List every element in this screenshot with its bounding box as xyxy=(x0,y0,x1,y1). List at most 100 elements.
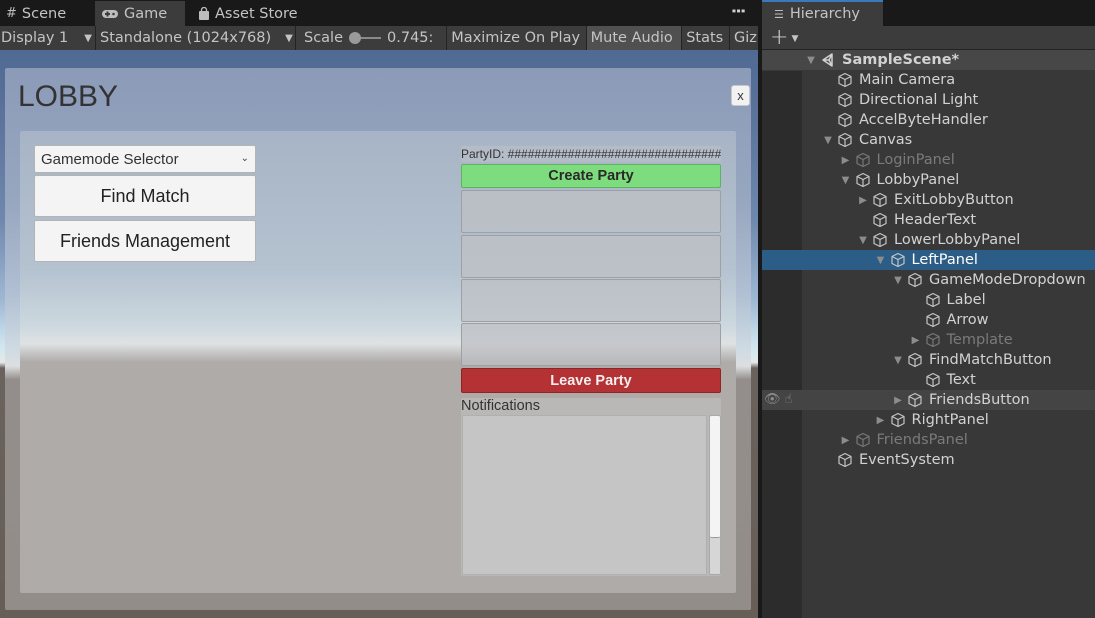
hierarchy-item-label: ExitLobbyButton xyxy=(894,192,1014,208)
hierarchy-item[interactable]: ▼ LobbyPanel xyxy=(762,170,1095,190)
hierarchy-item[interactable]: Text xyxy=(762,370,1095,390)
collapsed-arrow-icon[interactable]: ▶ xyxy=(857,195,869,206)
tab-scene[interactable]: # Scene xyxy=(0,1,92,26)
exit-lobby-button[interactable]: x xyxy=(731,85,750,106)
hierarchy-item[interactable]: ▼ GameModeDropdown xyxy=(762,270,1095,290)
gamemode-dropdown[interactable]: Gamemode Selector ⌄ xyxy=(34,145,256,173)
hierarchy-item[interactable]: ▶ FriendsButton 👁 ☝ xyxy=(762,390,1095,410)
hierarchy-item[interactable]: ▼ FindMatchButton xyxy=(762,350,1095,370)
hierarchy-item-label: GameModeDropdown xyxy=(929,272,1086,288)
hierarchy-item-label: Main Camera xyxy=(859,72,956,88)
party-member-slot xyxy=(461,235,721,278)
hierarchy-item-label: Directional Light xyxy=(859,92,979,108)
stats-label: Stats xyxy=(686,30,724,46)
hierarchy-item-label: Arrow xyxy=(946,312,989,328)
maximize-on-play-toggle[interactable]: Maximize On Play xyxy=(447,26,587,50)
expanded-arrow-icon[interactable]: ▼ xyxy=(805,55,817,66)
resolution-dropdown[interactable]: Standalone (1024x768) ▼ xyxy=(96,26,296,50)
hierarchy-item-label: LeftPanel xyxy=(911,252,978,268)
gameobject-cube-icon xyxy=(925,332,941,348)
tab-asset-store-label: Asset Store xyxy=(215,5,298,22)
collapsed-arrow-icon[interactable]: ▶ xyxy=(840,155,852,166)
hierarchy-item-label: FriendsButton xyxy=(929,392,1030,408)
gameobject-cube-icon xyxy=(925,372,941,388)
expanded-arrow-icon[interactable]: ▼ xyxy=(892,275,904,286)
tab-hierarchy[interactable]: ☰ Hierarchy xyxy=(762,0,883,26)
expanded-arrow-icon[interactable]: ▼ xyxy=(875,255,887,266)
leave-party-label: Leave Party xyxy=(550,372,632,389)
hierarchy-item[interactable]: EventSystem xyxy=(762,450,1095,470)
create-party-button[interactable]: Create Party xyxy=(461,164,721,188)
gamemode-dropdown-label: Gamemode Selector xyxy=(41,150,179,168)
hierarchy-item-label: Canvas xyxy=(859,132,913,148)
hierarchy-scene-row[interactable]: ▼ SampleScene* xyxy=(762,50,1095,70)
hierarchy-item-label: EventSystem xyxy=(859,452,955,468)
party-member-slot xyxy=(461,323,721,366)
more-options-icon[interactable]: ⋮ xyxy=(729,3,748,18)
notifications-scrollbar[interactable] xyxy=(709,415,721,575)
gameobject-cube-icon xyxy=(855,432,871,448)
hierarchy-item[interactable]: Main Camera xyxy=(762,70,1095,90)
gizmos-label: Giz xyxy=(734,30,757,46)
hierarchy-item[interactable]: AccelByteHandler xyxy=(762,110,1095,130)
leave-party-button[interactable]: Leave Party xyxy=(461,368,721,393)
collapsed-arrow-icon[interactable]: ▶ xyxy=(840,435,852,446)
hierarchy-item[interactable]: Arrow xyxy=(762,310,1095,330)
game-window: # Scene Game Asset Store ⋮ Display 1 ▼ S… xyxy=(0,0,760,618)
find-match-button[interactable]: Find Match xyxy=(34,175,256,217)
gameobject-cube-icon xyxy=(890,252,906,268)
hierarchy-item[interactable]: ▼ LeftPanel xyxy=(762,250,1095,270)
hierarchy-item-label: RightPanel xyxy=(911,412,989,428)
friends-management-button[interactable]: Friends Management xyxy=(34,220,256,262)
gameobject-cube-icon xyxy=(872,212,888,228)
gizmos-toggle[interactable]: Giz xyxy=(730,26,758,50)
gameobject-cube-icon xyxy=(837,72,853,88)
hierarchy-item-label: Label xyxy=(946,292,986,308)
gameobject-cube-icon xyxy=(872,192,888,208)
gameobject-cube-icon xyxy=(907,272,923,288)
hierarchy-item-label: AccelByteHandler xyxy=(859,112,988,128)
add-object-button[interactable]: + xyxy=(770,26,788,49)
hierarchy-item[interactable]: Label xyxy=(762,290,1095,310)
hierarchy-item[interactable]: ▶ LoginPanel xyxy=(762,150,1095,170)
tab-game[interactable]: Game xyxy=(95,1,185,26)
hierarchy-item-label: SampleScene* xyxy=(842,52,960,68)
hierarchy-item-label: LowerLobbyPanel xyxy=(894,232,1021,248)
hierarchy-item[interactable]: ▶ ExitLobbyButton xyxy=(762,190,1095,210)
collapsed-arrow-icon[interactable]: ▶ xyxy=(875,415,887,426)
mute-audio-toggle[interactable]: Mute Audio xyxy=(586,26,683,50)
collapsed-arrow-icon[interactable]: ▶ xyxy=(892,395,904,406)
expanded-arrow-icon[interactable]: ▼ xyxy=(840,175,852,186)
scale-value: 0.745: xyxy=(387,30,434,46)
hierarchy-item-label: HeaderText xyxy=(894,212,977,228)
expanded-arrow-icon[interactable]: ▼ xyxy=(857,235,869,246)
hierarchy-item[interactable]: ▶ Template xyxy=(762,330,1095,350)
hierarchy-item[interactable]: HeaderText xyxy=(762,210,1095,230)
chevron-down-icon: ▼ xyxy=(84,32,92,44)
scale-slider[interactable] xyxy=(349,32,382,44)
eye-icon[interactable]: 👁 xyxy=(764,392,781,407)
scale-label: Scale xyxy=(304,30,344,46)
hierarchy-item[interactable]: ▶ RightPanel xyxy=(762,410,1095,430)
hierarchy-item[interactable]: ▼ Canvas xyxy=(762,130,1095,150)
game-view: LOBBY x Gamemode Selector ⌄ Find Match F… xyxy=(0,50,758,618)
gameobject-cube-icon xyxy=(855,152,871,168)
hierarchy-item[interactable]: ▶ FriendsPanel xyxy=(762,430,1095,450)
hierarchy-item[interactable]: Directional Light xyxy=(762,90,1095,110)
chevron-down-icon[interactable]: ▼ xyxy=(791,34,798,44)
scale-slider-thumb[interactable] xyxy=(349,32,362,44)
tab-asset-store[interactable]: Asset Store xyxy=(192,1,332,26)
party-member-slot xyxy=(461,279,721,322)
stats-toggle[interactable]: Stats xyxy=(682,26,730,50)
lower-lobby-panel: Gamemode Selector ⌄ Find Match Friends M… xyxy=(20,131,736,593)
expanded-arrow-icon[interactable]: ▼ xyxy=(822,135,834,146)
hierarchy-item[interactable]: ▼ LowerLobbyPanel xyxy=(762,230,1095,250)
game-toolbar: Display 1 ▼ Standalone (1024x768) ▼ Scal… xyxy=(0,26,758,50)
collapsed-arrow-icon[interactable]: ▶ xyxy=(910,335,922,346)
pointing-hand-icon[interactable]: ☝ xyxy=(785,392,793,407)
notifications-scrollbar-thumb[interactable] xyxy=(710,416,720,538)
hierarchy-item-label: Template xyxy=(946,332,1013,348)
display-dropdown[interactable]: Display 1 ▼ xyxy=(0,26,96,50)
expanded-arrow-icon[interactable]: ▼ xyxy=(892,355,904,366)
notifications-list[interactable] xyxy=(462,415,707,575)
